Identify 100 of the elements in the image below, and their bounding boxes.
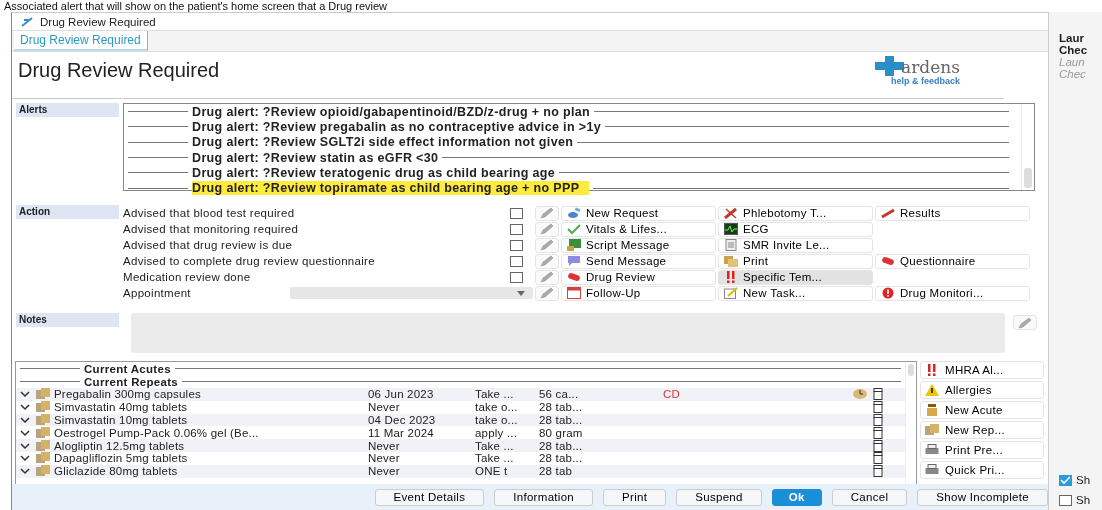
- checkbox[interactable]: [510, 255, 523, 267]
- footer-button[interactable]: Information: [494, 488, 594, 506]
- group-heading: Current Repeats: [84, 375, 178, 388]
- alert-text[interactable]: Drug alert: ?Review pregabalin as no contraceptive advice in >1y: [192, 119, 601, 134]
- medicine-bottle-icon: [871, 439, 885, 452]
- edit-button[interactable]: [535, 237, 559, 253]
- checkbox-label: Sh: [1076, 494, 1091, 506]
- alert-text[interactable]: Drug alert: ?Review SGLT2i side effect information not given: [192, 135, 574, 150]
- issue-date: Never: [368, 465, 401, 478]
- action-button[interactable]: Results: [875, 205, 1030, 221]
- action-button[interactable]: Print: [718, 253, 873, 269]
- capsule-icon: [881, 255, 895, 267]
- page-heading: Drug Review Required: [18, 59, 220, 82]
- footer-button[interactable]: Show Incomplete: [917, 488, 1048, 506]
- side-button[interactable]: Print Pre...: [920, 441, 1044, 459]
- alert-text[interactable]: Drug alert: ?Review topiramate as child bearing age + no PPP: [192, 181, 590, 196]
- dosage: take o...: [475, 414, 519, 426]
- panel-title: Laur: [1059, 32, 1085, 44]
- action-button[interactable]: Follow-Up: [561, 285, 716, 301]
- dosage: apply ...: [475, 426, 519, 439]
- alert-text[interactable]: Drug alert: ?Review teratogenic drug as child bearing age: [192, 165, 556, 180]
- footer-button[interactable]: Ok: [771, 488, 822, 506]
- panel-title: Chec: [1059, 44, 1089, 56]
- footer-button[interactable]: Print: [603, 488, 667, 506]
- side-button[interactable]: Allergies: [920, 381, 1044, 399]
- checkbox[interactable]: [510, 239, 523, 251]
- ecg-monitor-icon: [724, 223, 738, 235]
- alert-circle-icon: [881, 287, 895, 299]
- pencil-icon: [540, 255, 554, 267]
- medicine-bottle-icon: [871, 388, 885, 401]
- action-button[interactable]: Drug Monitori...: [875, 285, 1030, 301]
- section-label: Alerts: [16, 103, 119, 117]
- side-button[interactable]: New Rep...: [920, 421, 1044, 439]
- checkbox[interactable]: [510, 271, 523, 283]
- checkbox[interactable]: [510, 223, 523, 235]
- dosage: Take ...: [475, 452, 515, 465]
- section-label: Action: [16, 205, 119, 219]
- medicine-bottle-icon: [871, 401, 885, 414]
- clock-icon: [853, 388, 867, 401]
- footer-button[interactable]: Suspend: [676, 488, 762, 506]
- document-icon: [724, 239, 738, 251]
- medication-name: Dapagliflozin 5mg tablets: [54, 452, 189, 465]
- issue-date: Never: [368, 401, 401, 414]
- help-feedback-link[interactable]: help & feedback: [890, 76, 960, 86]
- check-icon: [567, 223, 581, 235]
- panel-subtitle: Chec: [1059, 68, 1087, 80]
- checkbox[interactable]: [1059, 474, 1072, 486]
- footer-button[interactable]: Cancel: [831, 488, 908, 506]
- printer-icon: [925, 464, 939, 476]
- dosage: Take ...: [475, 388, 515, 401]
- medicine-bottle-icon: [871, 414, 885, 426]
- checkbox[interactable]: [1059, 494, 1072, 506]
- edit-button[interactable]: [535, 269, 559, 285]
- scrollbar[interactable]: [1021, 104, 1034, 190]
- scrollbar[interactable]: [905, 362, 916, 484]
- edit-button[interactable]: [535, 221, 559, 237]
- footer-button[interactable]: Event Details: [374, 488, 485, 506]
- medication-name: Oestrogel Pump-Pack 0.06% gel (Be...: [54, 426, 260, 439]
- action-button[interactable]: Drug Review: [561, 269, 716, 285]
- action-button[interactable]: SMR Invite Le...: [718, 237, 873, 253]
- edit-button[interactable]: [535, 205, 559, 221]
- action-button[interactable]: Vitals & Lifes...: [561, 221, 716, 237]
- quantity: 28 tab...: [539, 401, 584, 414]
- action-button[interactable]: Phlebotomy T...: [718, 205, 873, 221]
- medicine-bottle-icon: [871, 452, 885, 465]
- exclamation-icon: [925, 364, 939, 376]
- medication-name: Pregabalin 300mg capsules: [54, 388, 202, 401]
- alert-text[interactable]: Drug alert: ?Review statin as eGFR <30: [192, 150, 439, 165]
- medication-name: Alogliptin 12.5mg tablets: [54, 439, 186, 452]
- action-button[interactable]: Send Message: [561, 253, 716, 269]
- check-icon: [1060, 475, 1071, 485]
- action-button[interactable]: Script Message: [561, 237, 716, 253]
- quantity: 28 tab...: [539, 452, 584, 465]
- medication-name: Gliclazide 80mg tablets: [54, 465, 179, 478]
- medication-name: Simvastatin 40mg tablets: [54, 401, 189, 414]
- side-button[interactable]: MHRA Al...: [920, 361, 1044, 379]
- controlled-drug-label: CD: [663, 388, 680, 401]
- edit-button[interactable]: [535, 253, 559, 269]
- pencil-icon: [540, 207, 554, 219]
- caret-icon: [517, 290, 525, 296]
- side-button[interactable]: Quick Pri...: [920, 461, 1044, 479]
- action-label: Appointment: [123, 285, 191, 301]
- pencil-icon: [540, 223, 554, 235]
- checkbox[interactable]: [510, 207, 523, 219]
- edit-button[interactable]: [1013, 315, 1037, 330]
- medicine-bottle-icon: [871, 426, 885, 439]
- issue-date: 06 Jun 2023: [368, 388, 435, 401]
- action-button[interactable]: New Request: [561, 205, 716, 221]
- issue-date: 11 Mar 2024: [368, 426, 435, 439]
- chevron-down-icon: [18, 414, 32, 426]
- side-button[interactable]: New Acute: [920, 401, 1044, 419]
- action-button[interactable]: ECG: [718, 221, 873, 237]
- group-heading: Current Acutes: [84, 362, 171, 375]
- alert-text[interactable]: Drug alert: ?Review opioid/gabapentinoid/BZD/z-drug + no plan: [192, 104, 591, 119]
- dosage: take o...: [475, 401, 519, 414]
- action-button[interactable]: Questionnaire: [875, 253, 1030, 269]
- edit-button[interactable]: [535, 285, 559, 301]
- medicine-bottle-icon: [871, 465, 885, 478]
- action-button[interactable]: Specific Tem...: [718, 269, 873, 285]
- action-button[interactable]: New Task...: [718, 285, 873, 301]
